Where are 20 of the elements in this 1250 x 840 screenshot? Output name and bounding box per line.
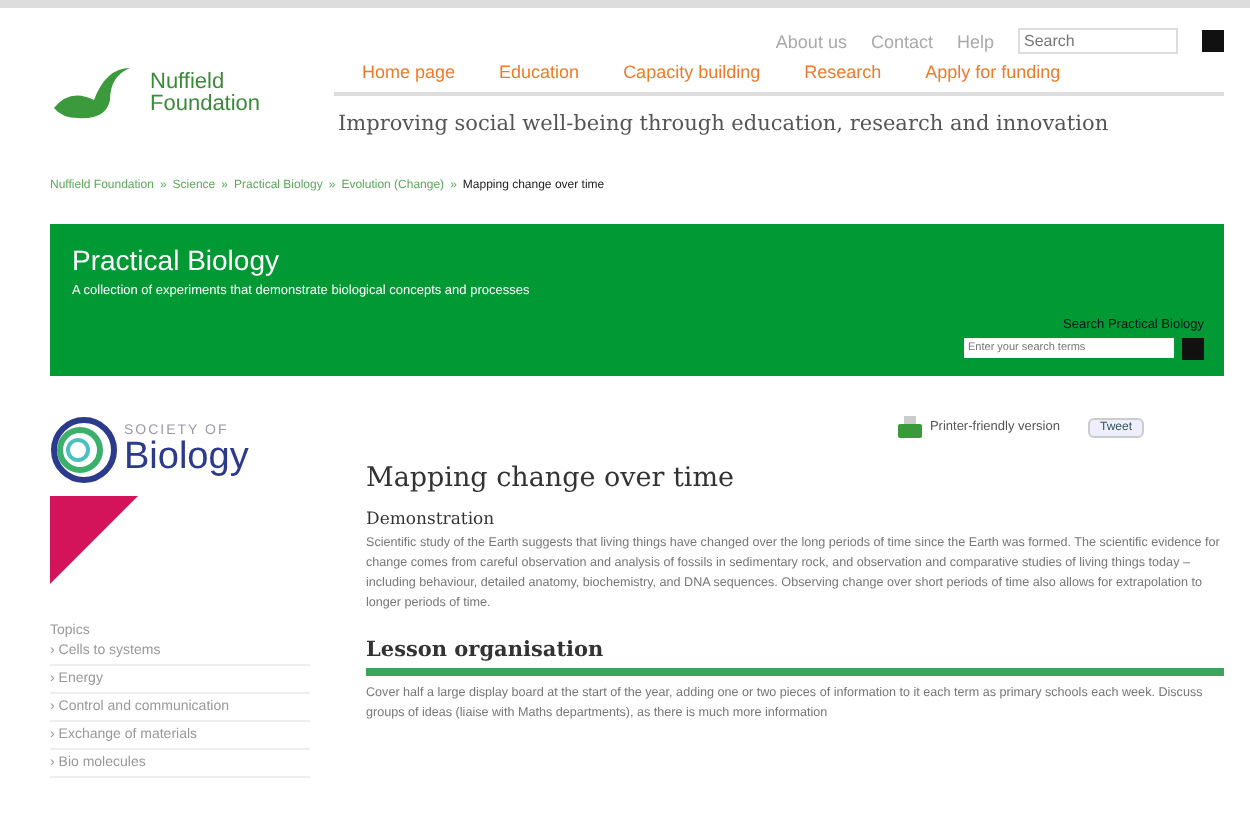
logo-text: Nuffield Foundation <box>150 72 261 116</box>
printer-icon <box>897 416 922 438</box>
search-field[interactable]: Search <box>1018 28 1178 54</box>
top-link[interactable]: Help <box>956 31 994 51</box>
banner-title: Practical Biology <box>72 244 281 276</box>
section-heading: Demonstration <box>366 510 497 530</box>
top-link[interactable]: Contact <box>870 31 933 51</box>
top-link[interactable]: About us <box>775 31 847 51</box>
ribbon-icon <box>50 496 138 584</box>
nav-link[interactable]: Home page <box>362 62 456 82</box>
rings-logo-icon <box>50 416 118 484</box>
search-button[interactable] <box>1182 338 1204 360</box>
nav-link[interactable]: Apply for funding <box>925 62 1061 82</box>
nav-link[interactable]: Education <box>499 62 580 82</box>
tagline: Improving social well-being through education, research and innovation <box>336 110 1111 136</box>
nav-link[interactable]: Research <box>804 62 882 82</box>
nav-link[interactable]: Capacity building <box>623 62 761 82</box>
section-heading: Lesson organisation <box>366 638 1224 676</box>
article-title: Mapping change over time <box>366 462 737 494</box>
search-button[interactable] <box>1202 30 1224 52</box>
